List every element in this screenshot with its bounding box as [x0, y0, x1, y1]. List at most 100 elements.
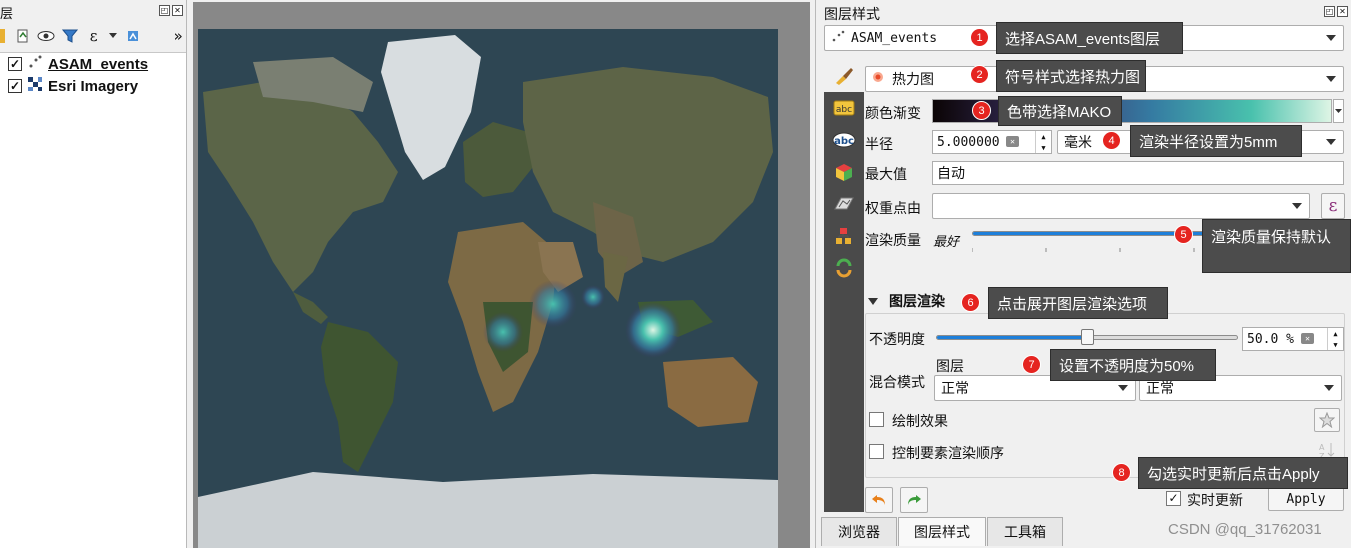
undo-button[interactable]: [865, 487, 893, 513]
layers-panel-title: 层: [0, 7, 14, 22]
style-tabs-bar: abc abc: [824, 60, 864, 512]
max-value: 自动: [937, 166, 965, 182]
draw-effects-button[interactable]: [1314, 408, 1340, 432]
draw-effects-label: 绘制效果: [892, 414, 948, 430]
layers-tree: ✓ ASAM_events ✓ Esri Imagery: [0, 52, 186, 548]
layers-toolbar: ε »: [0, 24, 187, 48]
annotation-number-3: 3: [972, 101, 991, 120]
open-layer-icon[interactable]: [14, 27, 31, 45]
eye-icon[interactable]: [37, 27, 55, 45]
svg-text:abc: abc: [834, 136, 854, 147]
layer-visibility-checkbox[interactable]: ✓: [8, 57, 22, 71]
color-ramp-button[interactable]: [932, 99, 1332, 123]
expression-icon[interactable]: ε: [85, 27, 102, 45]
history-icon: [836, 258, 852, 278]
tab-diagrams[interactable]: [824, 188, 864, 220]
layer-item-asam-events[interactable]: ✓ ASAM_events: [0, 53, 186, 75]
layer-name[interactable]: ASAM_events: [48, 56, 148, 73]
layer-visibility-checkbox[interactable]: ✓: [8, 79, 22, 93]
close-panel-button[interactable]: ✕: [172, 5, 183, 16]
tab-fields[interactable]: [824, 220, 864, 252]
annotation-1: 选择ASAM_events图层: [996, 22, 1183, 54]
style-panel-title: 图层样式: [824, 7, 880, 23]
annotation-8: 勾选实时更新后点击Apply: [1138, 457, 1348, 489]
annotation-5: 渲染质量保持默认: [1202, 219, 1351, 273]
annotation-number-2: 2: [970, 65, 989, 84]
annotation-number-5: 5: [1174, 225, 1193, 244]
chevron-down-icon: [1292, 203, 1302, 209]
live-update-label: 实时更新: [1187, 493, 1243, 509]
float-panel-button[interactable]: ◰: [159, 5, 170, 16]
live-update-checkbox[interactable]: ✓: [1166, 491, 1181, 506]
annotation-7: 设置不透明度为50%: [1050, 349, 1216, 381]
radius-value: 5.000000: [937, 134, 1000, 150]
csdn-watermark: CSDN @qq_31762031: [1168, 521, 1322, 538]
tab-masks[interactable]: abc: [824, 124, 864, 156]
render-quality-value: 最好: [933, 235, 960, 250]
raster-layer-icon: [27, 76, 43, 96]
tab-layer-style[interactable]: 图层样式: [898, 517, 986, 546]
control-order-checkbox[interactable]: [869, 444, 884, 459]
tab-labels[interactable]: abc: [824, 92, 864, 124]
weight-field-dropdown[interactable]: [932, 193, 1310, 219]
color-ramp-menu-button[interactable]: [1333, 99, 1344, 123]
layer-blend-value: 正常: [941, 381, 969, 397]
radius-spinner[interactable]: ▲ ▼: [1035, 131, 1051, 153]
more-toolbar-button[interactable]: »: [170, 27, 187, 45]
tab-toolbox[interactable]: 工具箱: [987, 517, 1063, 546]
layer-select-value: ASAM_events: [851, 30, 938, 46]
annotation-number-1: 1: [970, 28, 989, 47]
render-quality-slider-fill: [973, 232, 1240, 235]
feature-blend-value: 正常: [1146, 381, 1174, 397]
renderer-select-value: 热力图: [892, 72, 934, 88]
render-quality-label: 渲染质量: [865, 233, 921, 249]
chevron-down-icon: [1326, 139, 1336, 145]
annotation-number-7: 7: [1022, 355, 1041, 374]
layer-name[interactable]: Esri Imagery: [48, 78, 138, 95]
cube-icon: [836, 164, 852, 181]
tab-browser[interactable]: 浏览器: [821, 517, 897, 546]
opacity-slider-handle[interactable]: [1081, 329, 1094, 345]
apply-button[interactable]: Apply: [1268, 487, 1344, 511]
clear-icon[interactable]: ✕: [1301, 333, 1314, 344]
svg-text:A: A: [1319, 443, 1325, 452]
redo-button[interactable]: [900, 487, 928, 513]
max-value-input[interactable]: 自动: [932, 161, 1344, 185]
tab-3d-view[interactable]: [824, 156, 864, 188]
map-canvas[interactable]: [193, 2, 810, 548]
world-map-imagery[interactable]: [193, 2, 810, 548]
fields-icon: [836, 228, 851, 244]
point-layer-icon: [831, 29, 845, 47]
control-order-label: 控制要素渲染顺序: [892, 446, 1004, 462]
masks-icon: abc: [832, 132, 856, 148]
dropdown-icon[interactable]: [108, 27, 118, 45]
remove-icon[interactable]: [124, 27, 141, 45]
opacity-input[interactable]: 50.0 % ✕ ▲ ▼: [1242, 327, 1344, 351]
chevron-down-icon: [1324, 385, 1334, 391]
expression-icon: ε: [1328, 196, 1338, 216]
layer-item-esri-imagery[interactable]: ✓ Esri Imagery: [0, 75, 186, 97]
clear-icon[interactable]: ✕: [1006, 136, 1019, 147]
collapse-arrow-icon[interactable]: [868, 295, 878, 310]
layer-rendering-section-title[interactable]: 图层渲染: [889, 291, 945, 311]
expression-button[interactable]: ε: [1321, 193, 1345, 219]
float-panel-button[interactable]: ◰: [1324, 6, 1335, 17]
annotation-4: 渲染半径设置为5mm: [1130, 125, 1302, 157]
chevron-down-icon: [1326, 76, 1336, 82]
opacity-spinner[interactable]: ▲ ▼: [1327, 328, 1343, 350]
star-icon: [1319, 412, 1335, 428]
filter-icon[interactable]: [61, 27, 79, 45]
radius-input[interactable]: 5.000000 ✕ ▲ ▼: [932, 130, 1052, 154]
paint-icon[interactable]: [0, 27, 8, 45]
chevron-down-icon: [1118, 385, 1128, 391]
radius-label: 半径: [865, 137, 893, 153]
draw-effects-checkbox[interactable]: [869, 412, 884, 427]
style-panel-title-buttons: ◰ ✕: [1324, 6, 1348, 17]
redo-icon: [908, 495, 921, 505]
close-panel-button[interactable]: ✕: [1337, 6, 1348, 17]
tab-history[interactable]: [824, 252, 864, 284]
tab-symbology[interactable]: [824, 60, 864, 92]
annotation-number-4: 4: [1102, 131, 1121, 150]
max-value-label: 最大值: [865, 167, 907, 183]
chevron-down-icon: [1326, 35, 1336, 41]
